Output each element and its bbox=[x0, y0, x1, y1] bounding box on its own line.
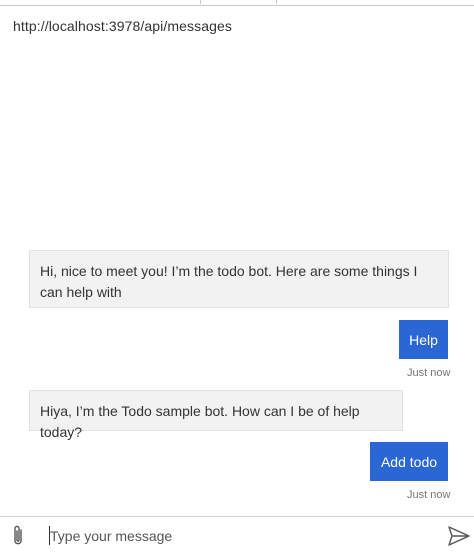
webchat-window: http://localhost:3978/api/messages Hi, n… bbox=[0, 0, 474, 553]
message-timestamp: Just now bbox=[407, 367, 451, 379]
user-message[interactable]: Help bbox=[399, 320, 448, 359]
message-composer bbox=[0, 516, 474, 553]
send-icon[interactable] bbox=[447, 525, 471, 547]
user-message[interactable]: Add todo bbox=[370, 442, 448, 481]
message-timestamp: Just now bbox=[407, 489, 451, 501]
bot-message: Hiya, I’m the Todo sample bot. How can I… bbox=[29, 390, 403, 440]
bot-message: Hi, nice to meet you! I’m the todo bot. … bbox=[29, 250, 449, 308]
paperclip-icon[interactable] bbox=[8, 524, 28, 548]
text-cursor bbox=[49, 526, 50, 545]
message-history: Hi, nice to meet you! I’m the todo bot. … bbox=[0, 0, 474, 515]
message-input[interactable] bbox=[48, 525, 430, 547]
